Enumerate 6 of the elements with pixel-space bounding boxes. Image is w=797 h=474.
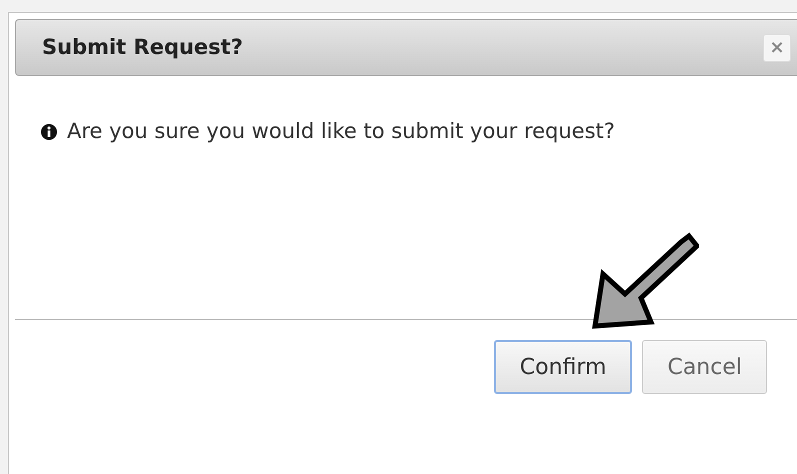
- dialog-title: Submit Request?: [42, 34, 243, 60]
- info-icon: [41, 124, 57, 140]
- close-button[interactable]: ×: [763, 34, 791, 62]
- dialog-button[interactable]: Cancel: [642, 340, 767, 394]
- confirmation-message: Are you sure you would like to submit your request?: [67, 118, 615, 145]
- dialog-button[interactable]: Confirm: [494, 340, 632, 394]
